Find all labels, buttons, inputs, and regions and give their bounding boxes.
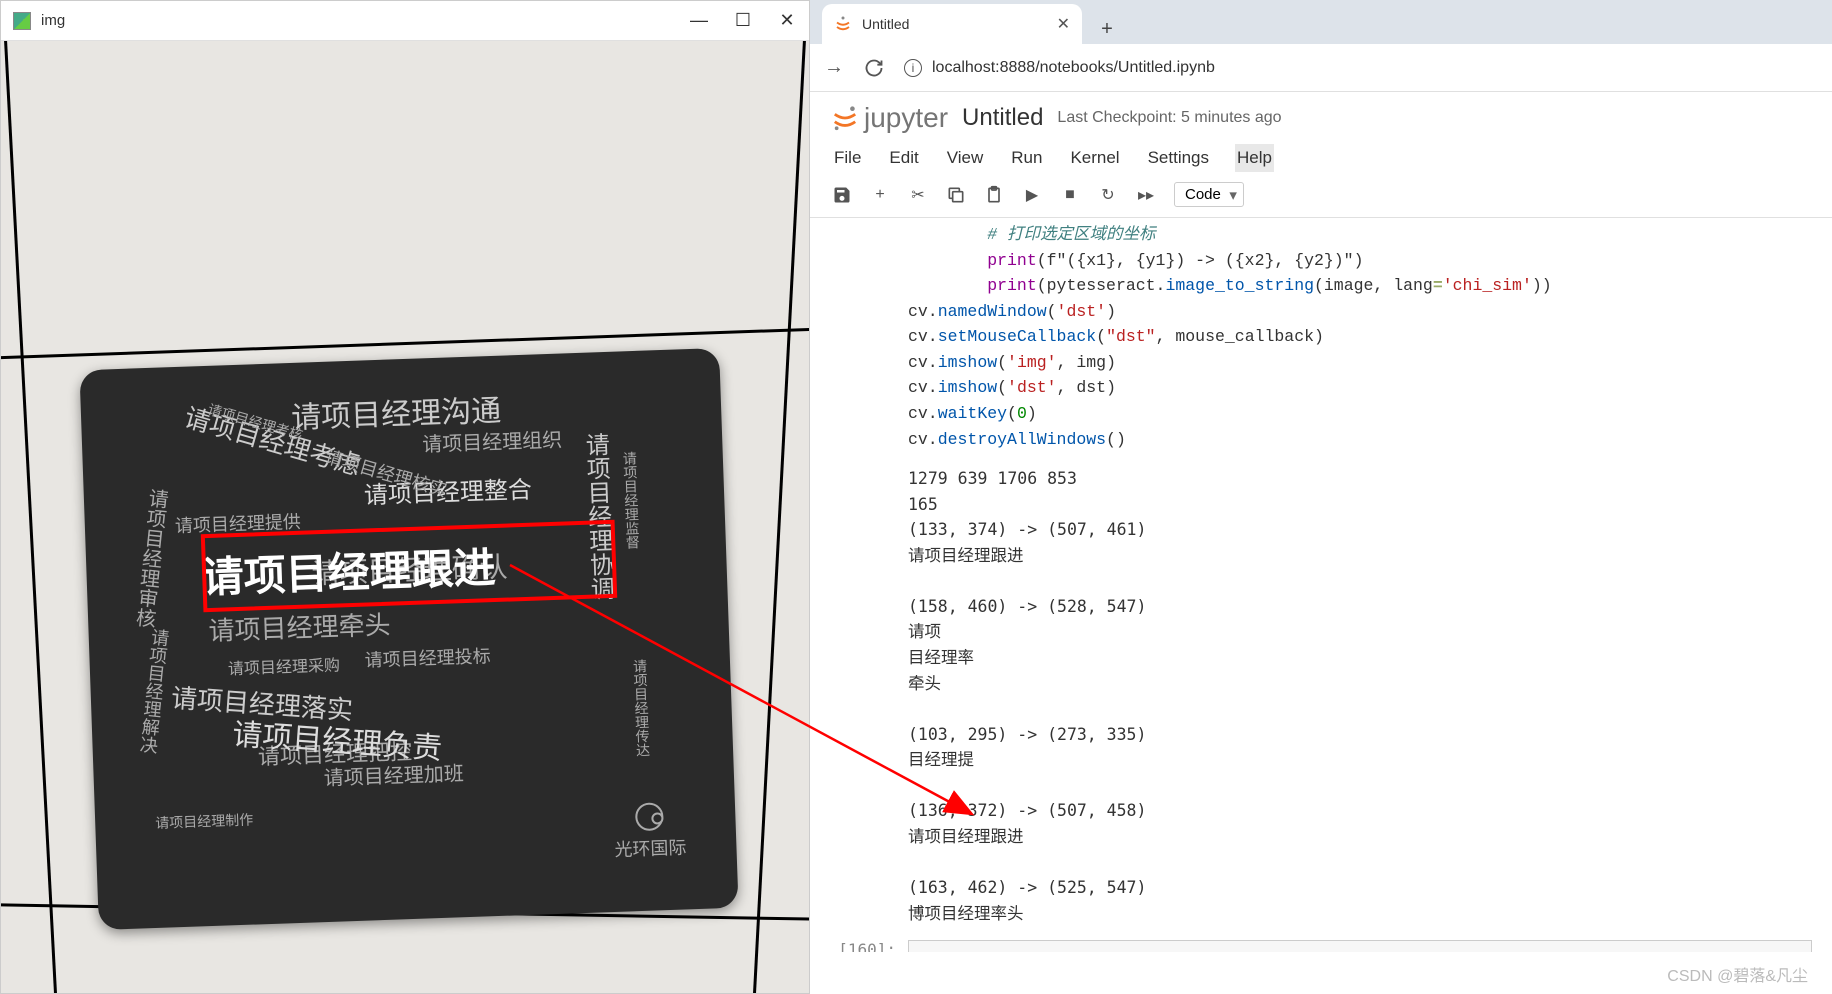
window-icon	[13, 12, 31, 30]
menu-settings[interactable]: Settings	[1146, 144, 1211, 172]
new-tab-button[interactable]: +	[1092, 14, 1122, 44]
browser-window: Untitled ✕ + → i localhost:8888/notebook…	[810, 0, 1832, 994]
watermark: CSDN @碧落&凡尘	[1667, 962, 1808, 986]
image-viewport[interactable]: 请项目经理沟通 请项目经理组织 请项目经理整合 请项目经理考虑 请项目经理提供 …	[1, 41, 809, 993]
jupyter-favicon-icon	[834, 15, 852, 33]
add-cell-button[interactable]: +	[870, 185, 890, 205]
window-titlebar: img — ☐ ✕	[1, 1, 809, 41]
jupyter-header: jupyter Untitled Last Checkpoint: 5 minu…	[810, 92, 1832, 140]
save-button[interactable]	[832, 185, 852, 205]
tab-strip: Untitled ✕ +	[810, 0, 1832, 44]
code-input[interactable]: [x for x in dir(cv) if x.startswith('EVE…	[908, 940, 1812, 952]
tab-title: Untitled	[862, 16, 1047, 32]
opencv-window: img — ☐ ✕ 请项目经理沟通 请项目经理组织 请项目经理整合 请项目经理考…	[0, 0, 810, 994]
toolbar: + ✂ ▶ ■ ↻ ▸▸ Code	[810, 176, 1832, 218]
jupyter-logo-icon	[832, 105, 858, 131]
menu-edit[interactable]: Edit	[887, 144, 920, 172]
address-bar: → i localhost:8888/notebooks/Untitled.ip…	[810, 44, 1832, 92]
maximize-button[interactable]: ☐	[733, 11, 753, 31]
menu-help[interactable]: Help	[1235, 144, 1274, 172]
window-title: img	[41, 12, 689, 29]
browser-tab[interactable]: Untitled ✕	[822, 4, 1082, 44]
jupyter-logo[interactable]: jupyter	[832, 102, 948, 134]
code-cell: # 打印选定区域的坐标 print(f"({x1}, {y1}) -> ({x2…	[810, 218, 1832, 456]
run-button[interactable]: ▶	[1022, 185, 1042, 205]
menu-kernel[interactable]: Kernel	[1068, 144, 1121, 172]
url-field[interactable]: i localhost:8888/notebooks/Untitled.ipyn…	[904, 59, 1818, 77]
stop-button[interactable]: ■	[1060, 185, 1080, 205]
menu-view[interactable]: View	[945, 144, 986, 172]
menubar: File Edit View Run Kernel Settings Help	[810, 140, 1832, 176]
restart-button[interactable]: ↻	[1098, 185, 1118, 205]
checkpoint-text: Last Checkpoint: 5 minutes ago	[1057, 109, 1281, 127]
cell-prompt: [160]:	[810, 936, 908, 952]
menu-file[interactable]: File	[832, 144, 863, 172]
forward-button[interactable]: →	[824, 56, 844, 79]
minimize-button[interactable]: —	[689, 11, 709, 31]
cell-type-select[interactable]: Code	[1174, 182, 1244, 207]
cut-button[interactable]: ✂	[908, 185, 928, 205]
menu-run[interactable]: Run	[1009, 144, 1044, 172]
code-cell-2: [160]: [x for x in dir(cv) if x.startswi…	[810, 936, 1832, 952]
code-content[interactable]: # 打印选定区域的坐标 print(f"({x1}, {y1}) -> ({x2…	[908, 222, 1832, 452]
annotation-arrow	[500, 555, 990, 835]
close-button[interactable]: ✕	[777, 11, 797, 31]
fast-forward-button[interactable]: ▸▸	[1136, 185, 1156, 205]
reload-button[interactable]	[864, 58, 884, 78]
paste-button[interactable]	[984, 185, 1004, 205]
copy-button[interactable]	[946, 185, 966, 205]
notebook-title[interactable]: Untitled	[962, 104, 1043, 132]
site-info-icon[interactable]: i	[904, 59, 922, 77]
tab-close-icon[interactable]: ✕	[1057, 14, 1070, 34]
output-text: 1279 639 1706 853 165 (133, 374) -> (507…	[908, 466, 1832, 926]
